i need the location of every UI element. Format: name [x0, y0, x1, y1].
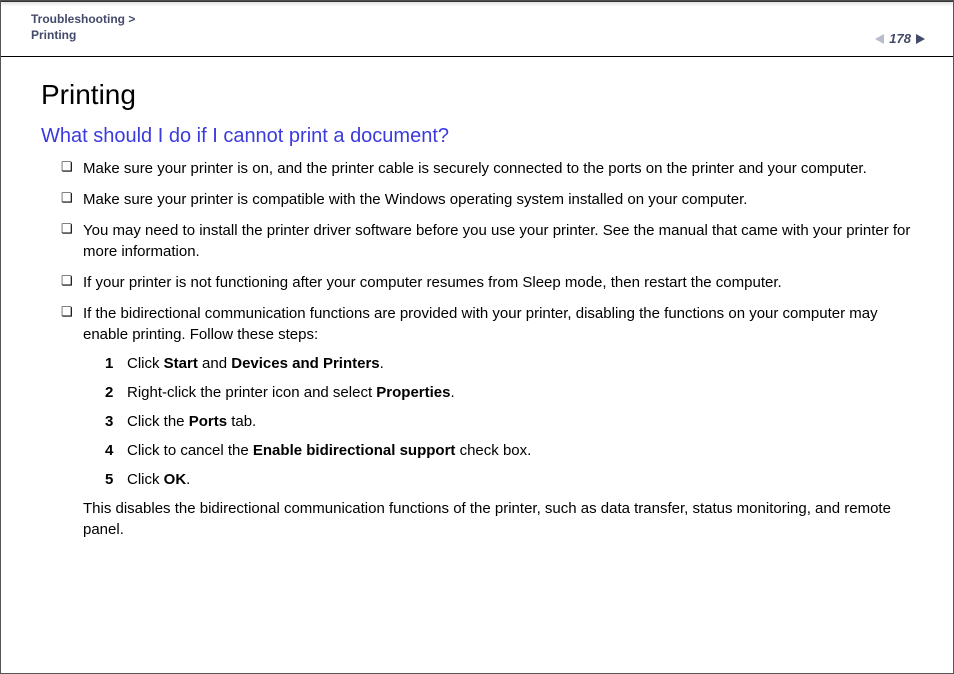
bullet-list: Make sure your printer is on, and the pr…	[61, 158, 923, 540]
step-item: 2Right-click the printer icon and select…	[105, 382, 923, 403]
page-header: Troubleshooting > Printing 178	[1, 1, 953, 57]
list-item: Make sure your printer is compatible wit…	[61, 189, 923, 210]
page-nav: 178	[875, 31, 925, 46]
breadcrumb-sub: Printing	[31, 28, 76, 42]
list-item: If the bidirectional communication funct…	[61, 303, 923, 540]
step-item: 5Click OK.	[105, 469, 923, 490]
list-item: Make sure your printer is on, and the pr…	[61, 158, 923, 179]
page-title: Printing	[41, 79, 923, 111]
breadcrumb: Troubleshooting > Printing	[31, 11, 923, 43]
step-item: 4Click to cancel the Enable bidirectiona…	[105, 440, 923, 461]
step-item: 3Click the Ports tab.	[105, 411, 923, 432]
step-number: 4	[105, 440, 113, 461]
page-number: 178	[889, 31, 911, 46]
page-content: Printing What should I do if I cannot pr…	[1, 57, 953, 580]
step-number: 3	[105, 411, 113, 432]
step-number: 2	[105, 382, 113, 403]
step-list: 1Click Start and Devices and Printers. 2…	[105, 353, 923, 490]
bullet-intro: If the bidirectional communication funct…	[83, 305, 878, 343]
next-page-icon[interactable]	[916, 34, 925, 44]
step-number: 1	[105, 353, 113, 374]
header-rule	[1, 1, 953, 2]
step-note: This disables the bidirectional communic…	[83, 498, 923, 540]
step-number: 5	[105, 469, 113, 490]
list-item: If your printer is not functioning after…	[61, 272, 923, 293]
prev-page-icon[interactable]	[875, 34, 884, 44]
list-item: You may need to install the printer driv…	[61, 220, 923, 262]
section-heading: What should I do if I cannot print a doc…	[41, 125, 923, 148]
breadcrumb-top: Troubleshooting >	[31, 12, 135, 26]
step-item: 1Click Start and Devices and Printers.	[105, 353, 923, 374]
